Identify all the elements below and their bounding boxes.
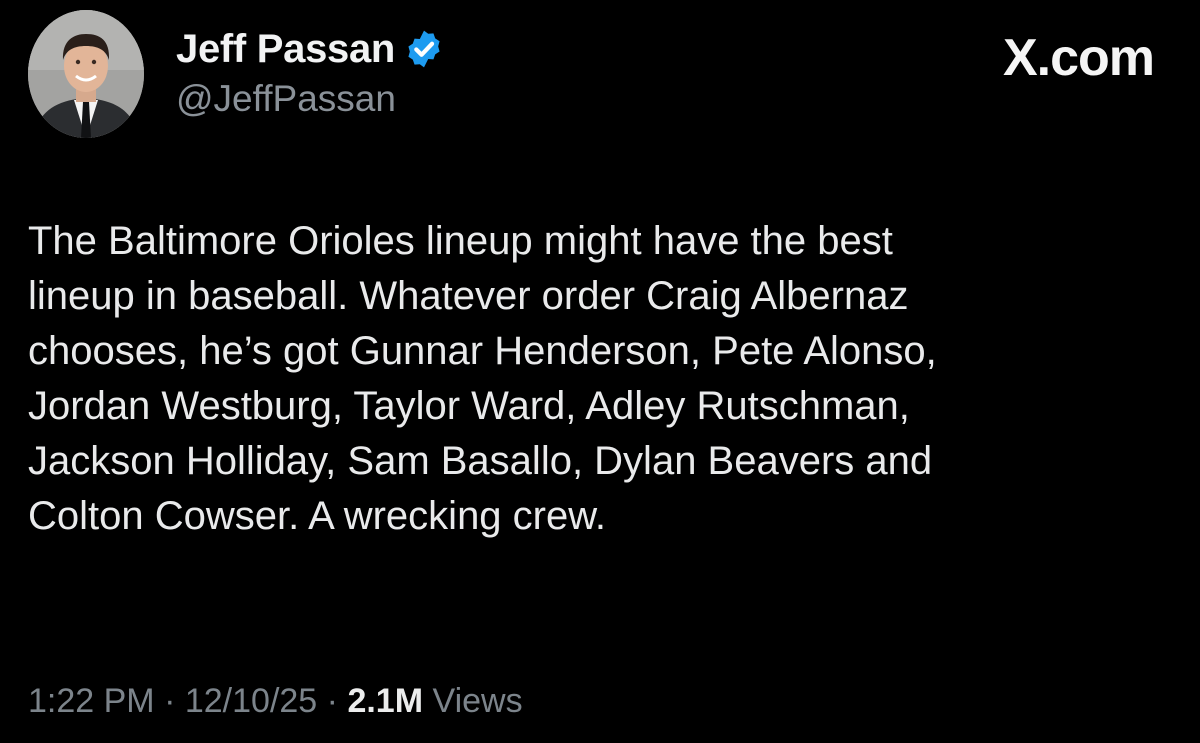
- tweet-text-line: lineup in baseball. Whatever order Craig…: [28, 274, 909, 318]
- tweet-text-line: The Baltimore Orioles lineup might have …: [28, 219, 893, 263]
- avatar-photo-icon: [28, 10, 144, 138]
- tweet-meta: 1:22 PM · 12/10/25 · 2.1M Views: [28, 682, 523, 721]
- author-display-name[interactable]: Jeff Passan: [176, 27, 395, 72]
- meta-separator: ·: [164, 682, 176, 720]
- views-count: 2.1M: [347, 682, 424, 720]
- verified-badge-icon: [408, 30, 440, 68]
- avatar[interactable]: [28, 10, 144, 138]
- tweet-text-line: Jordan Westburg, Taylor Ward, Adley Ruts…: [28, 384, 910, 428]
- tweet-text-line: Colton Cowser. A wrecking crew.: [28, 494, 607, 538]
- x-com-logo: X.com: [1002, 29, 1155, 87]
- meta-separator: ·: [326, 682, 338, 720]
- author-handle[interactable]: @JeffPassan: [176, 78, 396, 120]
- tweet-text: The Baltimore Orioles lineup might have …: [28, 214, 1178, 544]
- views-label: Views: [432, 682, 523, 720]
- author-name-row: Jeff Passan: [176, 22, 445, 76]
- tweet-text-line: chooses, he’s got Gunnar Henderson, Pete…: [28, 329, 937, 373]
- tweet-card: Jeff Passan @JeffPassan X.com The Baltim…: [0, 0, 1200, 743]
- tweet-text-line: Jackson Holliday, Sam Basallo, Dylan Bea…: [28, 439, 933, 483]
- tweet-time[interactable]: 1:22 PM: [28, 682, 155, 720]
- tweet-date[interactable]: 12/10/25: [185, 682, 317, 720]
